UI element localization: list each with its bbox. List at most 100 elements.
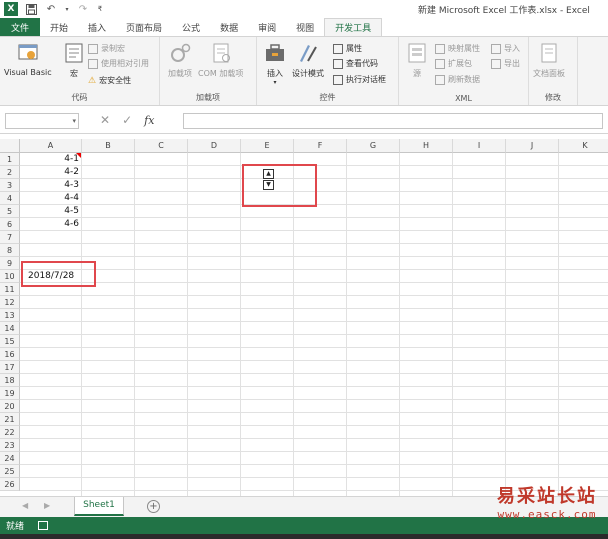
row-header-9[interactable]: 9	[0, 257, 20, 270]
cell-a5[interactable]: 4-5	[20, 205, 82, 218]
expansion-packs-label: 扩展包	[448, 59, 472, 68]
macros-button[interactable]: 宏	[62, 41, 86, 79]
sheet-tab-sheet1[interactable]: Sheet1	[74, 497, 124, 516]
addins-button[interactable]: 加载项	[168, 41, 192, 79]
row-header-13[interactable]: 13	[0, 309, 20, 322]
relative-reference-button[interactable]: 使用相对引用	[88, 58, 149, 69]
row-header-5[interactable]: 5	[0, 205, 20, 218]
column-header-d[interactable]: D	[188, 139, 241, 153]
undo-icon[interactable]: ↶	[44, 2, 58, 16]
name-box-dropdown-icon[interactable]: ▾	[72, 117, 76, 125]
visual-basic-icon	[18, 44, 38, 60]
import-button[interactable]: 导入	[491, 43, 520, 54]
view-code-button[interactable]: 查看代码	[333, 58, 378, 69]
select-all-corner[interactable]	[0, 139, 20, 153]
run-dialog-button[interactable]: 执行对话框	[333, 74, 386, 85]
column-header-a[interactable]: A	[20, 139, 82, 153]
save-icon[interactable]	[24, 2, 38, 16]
xml-source-button[interactable]: 源	[405, 41, 429, 79]
row-header-6[interactable]: 6	[0, 218, 20, 231]
enter-icon[interactable]: ✓	[122, 113, 132, 127]
gridline-horizontal	[20, 230, 608, 231]
document-panel-button[interactable]: 文档面板	[533, 41, 565, 79]
column-header-f[interactable]: F	[294, 139, 347, 153]
refresh-data-button[interactable]: 刷新数据	[435, 74, 480, 85]
column-header-i[interactable]: I	[453, 139, 506, 153]
com-addins-button[interactable]: COM 加载项	[198, 41, 243, 79]
status-ready: 就绪	[6, 522, 25, 532]
cell-a2[interactable]: 4-2	[20, 166, 82, 179]
record-macro-button[interactable]: 录制宏	[88, 43, 125, 54]
row-header-14[interactable]: 14	[0, 322, 20, 335]
tab-view[interactable]: 视图	[286, 18, 324, 36]
tab-review[interactable]: 审阅	[248, 18, 286, 36]
macro-recording-icon[interactable]	[38, 521, 49, 530]
cancel-icon[interactable]: ✕	[100, 113, 110, 127]
redo-icon[interactable]: ↷	[76, 2, 90, 16]
row-header-23[interactable]: 23	[0, 439, 20, 452]
column-header-k[interactable]: K	[559, 139, 608, 153]
row-header-4[interactable]: 4	[0, 192, 20, 205]
row-header-16[interactable]: 16	[0, 348, 20, 361]
row-header-25[interactable]: 25	[0, 465, 20, 478]
column-header-b[interactable]: B	[82, 139, 135, 153]
row-header-2[interactable]: 2	[0, 166, 20, 179]
column-header-e[interactable]: E	[241, 139, 294, 153]
tab-file[interactable]: 文件	[0, 18, 40, 36]
row-header-3[interactable]: 3	[0, 179, 20, 192]
row-header-11[interactable]: 11	[0, 283, 20, 296]
macro-security-button[interactable]: ⚠ 宏安全性	[88, 75, 131, 86]
run-dialog-icon	[333, 74, 343, 85]
row-header-12[interactable]: 12	[0, 296, 20, 309]
row-header-19[interactable]: 19	[0, 387, 20, 400]
row-header-22[interactable]: 22	[0, 426, 20, 439]
tab-insert[interactable]: 插入	[78, 18, 116, 36]
properties-button[interactable]: 属性	[333, 43, 362, 54]
addins-group-label: 加载项	[196, 93, 220, 102]
tab-home[interactable]: 开始	[40, 18, 78, 36]
prev-sheet-icon[interactable]: ◀	[22, 501, 28, 510]
customize-qat-icon[interactable]: ₹	[96, 2, 104, 16]
row-header-26[interactable]: 26	[0, 478, 20, 491]
add-sheet-button[interactable]: +	[147, 500, 160, 513]
column-header-j[interactable]: J	[506, 139, 559, 153]
refresh-data-icon	[435, 74, 445, 85]
next-sheet-icon[interactable]: ▶	[44, 501, 50, 510]
title-bar: X ↶ ▾ ↷ ₹ 新建 Microsoft Excel 工作表.xlsx - …	[0, 0, 608, 18]
tab-page-layout[interactable]: 页面布局	[116, 18, 172, 36]
formula-input[interactable]	[183, 113, 603, 129]
export-button[interactable]: 导出	[491, 58, 520, 69]
row-header-8[interactable]: 8	[0, 244, 20, 257]
row-header-7[interactable]: 7	[0, 231, 20, 244]
formula-bar: ▾ ✕ ✓ fx	[0, 108, 608, 134]
design-mode-button[interactable]: 设计模式	[292, 41, 324, 79]
name-box[interactable]: ▾	[5, 113, 79, 129]
row-header-15[interactable]: 15	[0, 335, 20, 348]
undo-dropdown-icon[interactable]: ▾	[64, 2, 70, 16]
insert-control-button[interactable]: 插入 ▾	[263, 41, 287, 86]
row-header-18[interactable]: 18	[0, 374, 20, 387]
column-header-g[interactable]: G	[347, 139, 400, 153]
expansion-packs-button[interactable]: 扩展包	[435, 58, 472, 69]
column-header-c[interactable]: C	[135, 139, 188, 153]
row-header-24[interactable]: 24	[0, 452, 20, 465]
worksheet-grid[interactable]: A B C D E F G H I J K 1 2 3 4 5 6 7 8 9 10 11 12 13 14 15 16 17 18 19…	[0, 139, 608, 496]
tab-formulas[interactable]: 公式	[172, 18, 210, 36]
cell-a6[interactable]: 4-6	[20, 218, 82, 231]
column-header-h[interactable]: H	[400, 139, 453, 153]
insert-function-icon[interactable]: fx	[144, 114, 154, 127]
code-group-label: 代码	[71, 93, 88, 102]
row-header-20[interactable]: 20	[0, 400, 20, 413]
row-header-17[interactable]: 17	[0, 361, 20, 374]
comment-indicator-icon[interactable]	[76, 153, 81, 158]
cell-a3[interactable]: 4-3	[20, 179, 82, 192]
map-properties-button[interactable]: 映射属性	[435, 43, 480, 54]
row-header-1[interactable]: 1	[0, 153, 20, 166]
tab-data[interactable]: 数据	[210, 18, 248, 36]
row-header-21[interactable]: 21	[0, 413, 20, 426]
tab-developer[interactable]: 开发工具	[324, 18, 383, 36]
cell-a4[interactable]: 4-4	[20, 192, 82, 205]
visual-basic-button[interactable]: Visual Basic	[4, 41, 52, 77]
cell-a1[interactable]: 4-1	[20, 153, 82, 166]
row-header-10[interactable]: 10	[0, 270, 20, 283]
